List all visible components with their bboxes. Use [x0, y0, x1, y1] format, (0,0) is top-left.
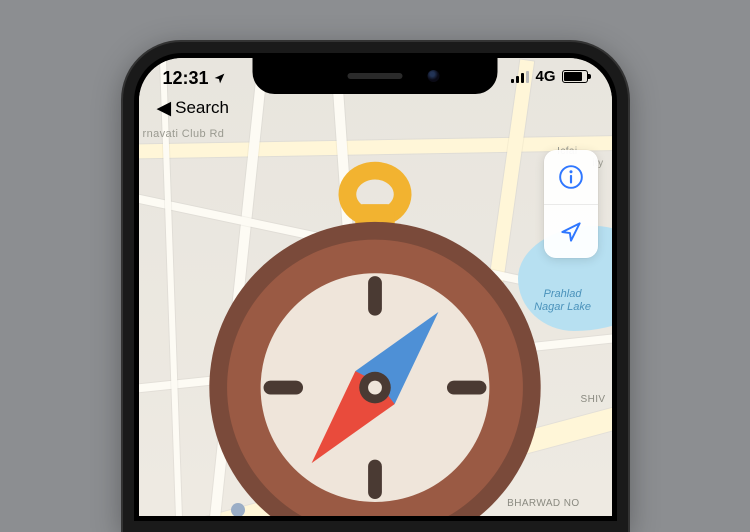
back-label: Search [175, 98, 229, 118]
front-camera [428, 70, 440, 82]
screen: 12:31 4G ◀ Search [139, 58, 612, 516]
poi-pin-icon [279, 458, 293, 472]
info-icon [558, 164, 584, 190]
location-arrow-icon [213, 72, 226, 85]
lake-label: Prahlad Nagar Lake [528, 288, 598, 313]
network-label: 4G [535, 68, 555, 85]
phone-frame: 12:31 4G ◀ Search [123, 42, 628, 532]
notch [253, 58, 498, 94]
poi-jaguar[interactable]: Jaguar Congo Motors [231, 503, 337, 516]
speaker-grille [348, 73, 403, 79]
chevron-left-icon: ◀ [157, 99, 172, 118]
road-label: rnavati Club Rd [143, 128, 225, 140]
poi-label-text: Fries Wallah [279, 474, 340, 486]
back-button[interactable]: ◀ Search [157, 98, 230, 118]
road [330, 58, 376, 516]
phone-bezel: 12:31 4G ◀ Search [134, 53, 617, 521]
info-button[interactable] [544, 150, 598, 204]
location-arrow-icon [558, 219, 584, 245]
battery-icon [562, 70, 588, 83]
map-view[interactable]: Prahlad Nagar Lake rnavati Club Rd Icfai… [139, 58, 612, 516]
signal-icon [511, 71, 529, 83]
status-time: 12:31 [163, 68, 209, 89]
locate-button[interactable] [544, 204, 598, 258]
area-label-simandhar: SIMANDHAR TENEMENT [417, 466, 507, 488]
map-controls [544, 150, 598, 258]
road [159, 58, 183, 516]
poi-fries[interactable]: Fries Wallah [279, 458, 340, 486]
road [139, 329, 612, 395]
area-label-shiv: SHIV [581, 394, 606, 405]
poi-pin-icon [231, 503, 245, 516]
status-right: 4G [511, 68, 587, 85]
status-left: 12:31 [163, 68, 226, 89]
road-label-vas: Vas [409, 433, 424, 454]
